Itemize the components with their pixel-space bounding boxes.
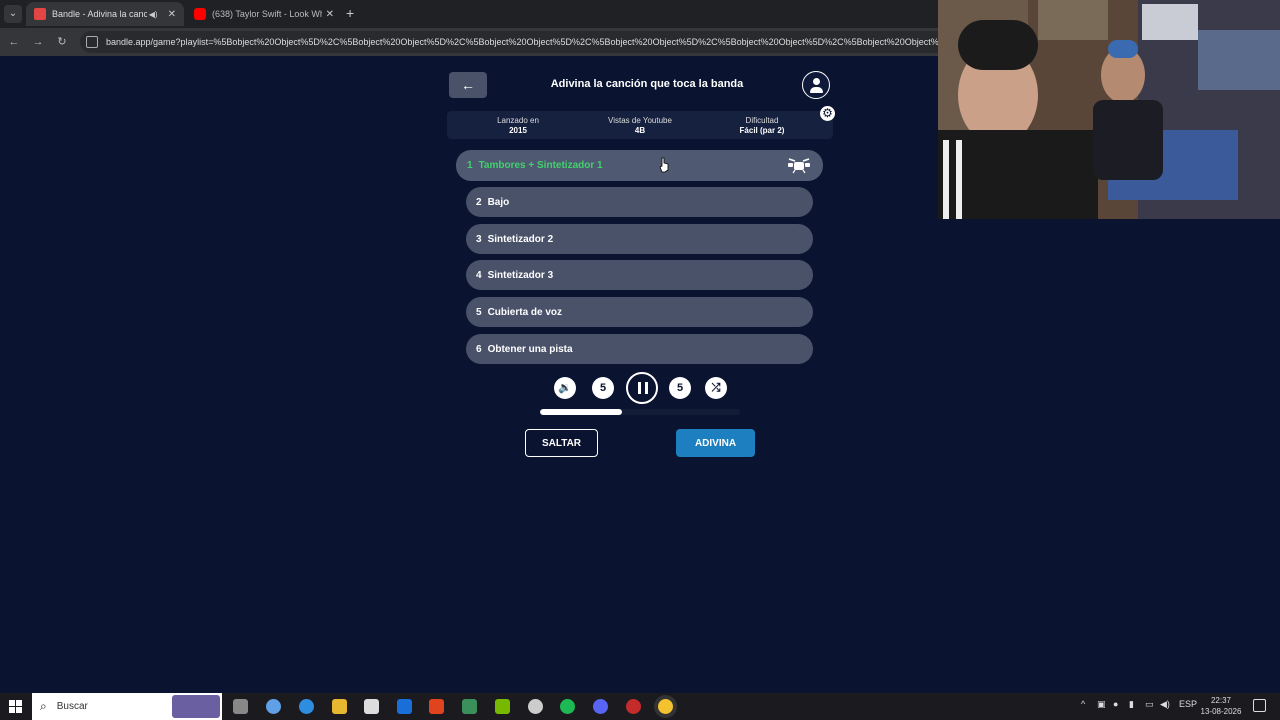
windows-taskbar: ⌕ Buscar ^ ▣ ● ▮ ▭ ◀) ESP 22:37 13-08-20…: [0, 693, 1280, 720]
back-button[interactable]: ←: [449, 72, 487, 98]
launched-info: Lanzado en 2015: [497, 116, 539, 135]
network-icon[interactable]: ▭: [1145, 699, 1154, 710]
track-row-5[interactable]: 5 Cubierta de voz: [466, 297, 813, 327]
game-header: ← Adivina la canción que toca la banda: [447, 70, 833, 100]
discord-icon[interactable]: [593, 699, 608, 714]
skip-button[interactable]: SALTAR: [525, 429, 598, 457]
youtube-favicon-icon: [194, 8, 206, 20]
system-clock[interactable]: 22:37 13-08-2026: [1200, 695, 1242, 717]
track-row-2[interactable]: 2 Bajo: [466, 187, 813, 217]
song-info-bar: Lanzado en 2015 Vistas de Youtube 4B Dif…: [447, 111, 833, 139]
hint-row[interactable]: 6 Obtener una pista: [466, 334, 813, 364]
tray-chevron-icon[interactable]: ^: [1081, 699, 1085, 709]
close-tab-icon[interactable]: ✕: [168, 9, 176, 20]
new-tab-plus-icon[interactable]: +: [346, 5, 354, 21]
track-label: Cubierta de voz: [487, 306, 563, 318]
rewind-label: 5: [599, 382, 607, 394]
track-row-1[interactable]: 1 Tambores + Sintetizador 1: [456, 150, 823, 181]
close-tab-icon[interactable]: ✕: [326, 9, 334, 20]
volume-tray-icon[interactable]: ◀): [1160, 699, 1170, 710]
forward-arrow-icon[interactable]: →: [30, 34, 46, 50]
bandle-favicon-icon: [34, 8, 46, 20]
mail-icon[interactable]: [397, 699, 412, 714]
notification-icon[interactable]: [1253, 699, 1266, 712]
store-icon[interactable]: [364, 699, 379, 714]
nvidia-icon[interactable]: [495, 699, 510, 714]
app-icon[interactable]: [462, 699, 477, 714]
playback-progress-bar[interactable]: [540, 409, 740, 415]
spotify-icon[interactable]: [560, 699, 575, 714]
mouse-pointer-icon: [659, 157, 669, 173]
arrow-left-icon: ←: [461, 77, 475, 93]
settings-icon[interactable]: [528, 699, 543, 714]
track-row-3[interactable]: 3 Sintetizador 2: [466, 224, 813, 254]
tab-youtube[interactable]: (638) Taylor Swift - Look What ✕: [186, 2, 342, 26]
track-label: Obtener una pista: [487, 343, 573, 355]
tray-app-icon[interactable]: ●: [1113, 699, 1118, 709]
microphone-icon[interactable]: ▮: [1129, 699, 1134, 710]
track-label: Tambores + Sintetizador 1: [478, 160, 603, 171]
back-arrow-icon[interactable]: ←: [6, 34, 22, 50]
pause-button[interactable]: [626, 372, 658, 404]
site-info-icon[interactable]: [86, 36, 98, 48]
track-label: Sintetizador 3: [487, 269, 554, 281]
track-row-4[interactable]: 4 Sintetizador 3: [466, 260, 813, 290]
player-controls: 🔉 5 5 ⤮: [553, 372, 733, 404]
page-title: Adivina la canción que toca la banda: [550, 78, 744, 90]
search-placeholder: Buscar: [56, 701, 88, 712]
rewind-button[interactable]: 5: [592, 377, 614, 399]
tray-app-icon[interactable]: ▣: [1097, 699, 1106, 710]
pause-icon: [638, 382, 641, 394]
drum-kit-icon: [788, 158, 810, 174]
edge-icon[interactable]: [299, 699, 314, 714]
progress-fill: [540, 409, 622, 415]
track-label: Sintetizador 2: [487, 233, 554, 245]
user-profile-button[interactable]: [802, 71, 830, 99]
settings-gear-icon[interactable]: ⚙: [820, 106, 835, 121]
chrome-icon[interactable]: [658, 699, 673, 714]
windows-start-icon[interactable]: [9, 700, 22, 713]
reload-icon[interactable]: ↻: [54, 34, 70, 50]
search-highlight-image: [172, 695, 220, 718]
webcam-image: [938, 0, 1280, 219]
tab-title: Bandle - Adivina la canción: [52, 9, 147, 19]
copilot-icon[interactable]: [266, 699, 281, 714]
tab-title: (638) Taylor Swift - Look What: [212, 9, 322, 19]
webcam-overlay: [938, 0, 1280, 219]
task-view-icon[interactable]: [233, 699, 248, 714]
tab-bandle[interactable]: Bandle - Adivina la canción ◀) ✕: [26, 2, 184, 26]
tab-search-chevron-icon[interactable]: ⌄: [4, 5, 22, 23]
user-icon: [813, 78, 820, 85]
obs-icon[interactable]: [626, 699, 641, 714]
file-explorer-icon[interactable]: [332, 699, 347, 714]
forward-label: 5: [676, 382, 684, 394]
track-label: Bajo: [487, 196, 510, 208]
audio-playing-icon[interactable]: ◀): [149, 10, 158, 19]
shuffle-off-icon[interactable]: ⤮: [705, 377, 727, 399]
volume-icon[interactable]: 🔉: [554, 377, 576, 399]
forward-button[interactable]: 5: [669, 377, 691, 399]
views-info: Vistas de Youtube 4B: [608, 116, 672, 135]
brave-icon[interactable]: [429, 699, 444, 714]
taskbar-search-box[interactable]: ⌕ Buscar: [32, 693, 222, 720]
guess-button[interactable]: ADIVINA: [676, 429, 755, 457]
search-icon: ⌕: [40, 699, 47, 713]
language-indicator[interactable]: ESP: [1179, 699, 1197, 709]
difficulty-info: Dificultad Fácil (par 2): [739, 116, 785, 135]
